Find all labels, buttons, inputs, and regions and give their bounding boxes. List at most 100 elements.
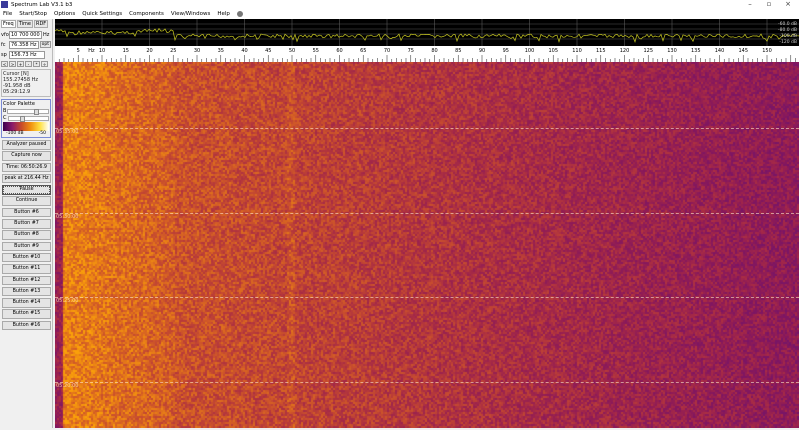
macro-button-14[interactable]: Button #13 (2, 286, 51, 297)
macro-button-1[interactable]: Analyzer paused (2, 140, 51, 150)
freq-label: 145 (738, 48, 748, 54)
menu-view-windows[interactable]: View/Windows (171, 11, 210, 17)
freq-label: 90 (479, 48, 485, 54)
freq-label: 115 (596, 48, 606, 54)
freq-label: 70 (384, 48, 390, 54)
freq-label: 75 (408, 48, 414, 54)
brightness-label: B (3, 108, 7, 114)
waterfall-display[interactable]: 05:35:00 05:30:00 05:25:00 05:20:00 (55, 62, 799, 428)
cursor-info: Cursor [N] 155.27458 Hz -91.958 dB 05:29… (1, 69, 51, 97)
freq-label: 5 (77, 48, 80, 54)
frequency-axis[interactable]: 5 10 15 20 25 30 35 40 45 50 55 60 65 70 75 80 85 90 95 100… (55, 46, 799, 62)
vfo-input[interactable]: 10 700 000 (9, 30, 42, 39)
freq-label: 100 (525, 48, 535, 54)
freq-label: 130 (667, 48, 677, 54)
app-icon (1, 1, 8, 8)
time-gridline (55, 297, 799, 298)
menu-components[interactable]: Components (129, 11, 164, 17)
brightness-slider[interactable] (7, 108, 49, 115)
freq-label: 125 (643, 48, 653, 54)
freq-label: 80 (431, 48, 437, 54)
macro-button-13[interactable]: Button #12 (2, 275, 51, 286)
cursor-time: 05:29:12.9 (3, 89, 31, 95)
title-bar: Spectrum Lab V3.1 b3 – ▫ × (0, 0, 799, 9)
spectrum-graph[interactable]: -60.0 dB-80.0 dB-100 dB-120 dB (55, 19, 799, 46)
freq-label: 20 (146, 48, 152, 54)
freq-label: 50 (289, 48, 295, 54)
freq-label: 95 (503, 48, 509, 54)
contrast-slider[interactable] (7, 115, 49, 122)
fc-label: fc (1, 41, 6, 48)
multiply-button[interactable]: * (33, 61, 40, 67)
sp-input[interactable]: 156.73 Hz (9, 50, 45, 59)
contrast-thumb[interactable] (20, 115, 26, 122)
freq-label: 15 (123, 48, 129, 54)
divide-button[interactable]: ÷ (41, 61, 48, 67)
opt-button[interactable]: opt (39, 41, 51, 48)
control-panel: Freq Time RDF vfo 10 700 000 Hz fc 76.358 H… (0, 19, 53, 428)
menu-bar: File Start/Stop Options Quick Settings C… (0, 9, 799, 19)
contrast-label: C (3, 115, 7, 121)
spectrum-trace (55, 27, 799, 44)
sp-label: sp (1, 51, 7, 58)
macro-button-10[interactable]: Button #9 (2, 241, 51, 252)
db-label: -60.0 dB (778, 21, 797, 27)
macro-button-3[interactable]: Time: 06:50:26.9 (2, 162, 51, 173)
freq-label: 150 (762, 48, 772, 54)
macro-button-12[interactable]: Button #11 (2, 264, 51, 274)
time-label: 05:35:00 (56, 129, 79, 135)
freq-label: 140 (715, 48, 725, 54)
zoom-out-button[interactable]: - (25, 61, 32, 67)
time-label: 05:20:00 (56, 382, 79, 389)
freq-label: 65 (360, 48, 366, 54)
macro-button-17[interactable]: Button #16 (2, 320, 51, 331)
status-indicator-icon (236, 11, 243, 17)
tab-freq[interactable]: Freq (1, 20, 16, 28)
freq-label: 30 (194, 48, 200, 54)
freq-label: 45 (265, 48, 271, 54)
time-label: 05:30:00 (56, 213, 79, 220)
palette-max: -50 (38, 131, 46, 136)
palette-title: Color Palette (3, 101, 35, 107)
time-gridline (55, 128, 799, 129)
fc-input[interactable]: 76.358 Hz (9, 40, 39, 49)
menu-file[interactable]: File (3, 11, 12, 17)
time-gridline (55, 212, 799, 214)
close-button[interactable]: × (781, 0, 795, 9)
macro-button-5[interactable]: Pause (2, 185, 51, 195)
tab-rdf[interactable]: RDF (33, 20, 49, 28)
freq-label: 35 (218, 48, 224, 54)
db-label: -120 dB (779, 39, 797, 45)
minimize-button[interactable]: – (743, 0, 757, 9)
freq-unit: Hz (88, 48, 95, 54)
freq-label: 120 (620, 48, 630, 54)
macro-button-15[interactable]: Button #14 (2, 298, 51, 308)
freq-label: 85 (455, 48, 461, 54)
waterfall-canvas[interactable] (55, 62, 799, 428)
menu-quick-settings[interactable]: Quick Settings (82, 11, 122, 17)
palette-min: -100 dB (6, 131, 24, 136)
vfo-unit: Hz (43, 31, 50, 38)
scroll-right-button[interactable]: > (9, 61, 16, 67)
macro-button-16[interactable]: Button #15 (2, 309, 51, 319)
zoom-in-button[interactable]: + (17, 61, 24, 67)
macro-button-7[interactable]: Button #6 (2, 207, 51, 218)
maximize-button[interactable]: ▫ (762, 0, 776, 9)
macro-button-4[interactable]: peak at 216.44 Hz (2, 173, 51, 184)
freq-label: 55 (313, 48, 319, 54)
macro-button-11[interactable]: Button #10 (2, 252, 51, 263)
macro-button-6[interactable]: Continue (2, 196, 51, 206)
macro-button-2[interactable]: Capture now (2, 151, 51, 161)
menu-start-stop[interactable]: Start/Stop (19, 11, 47, 17)
menu-help[interactable]: Help (217, 11, 230, 17)
scroll-left-button[interactable]: < (1, 61, 8, 67)
db-label: -80.0 dB (778, 27, 797, 33)
palette-gradient (3, 122, 49, 131)
brightness-thumb[interactable] (34, 108, 40, 115)
macro-button-8[interactable]: Button #7 (2, 219, 51, 229)
tab-time[interactable]: Time (16, 20, 33, 28)
freq-label: 60 (336, 48, 342, 54)
freq-label: 10 (99, 48, 105, 54)
menu-options[interactable]: Options (54, 11, 75, 17)
macro-button-9[interactable]: Button #8 (2, 230, 51, 240)
